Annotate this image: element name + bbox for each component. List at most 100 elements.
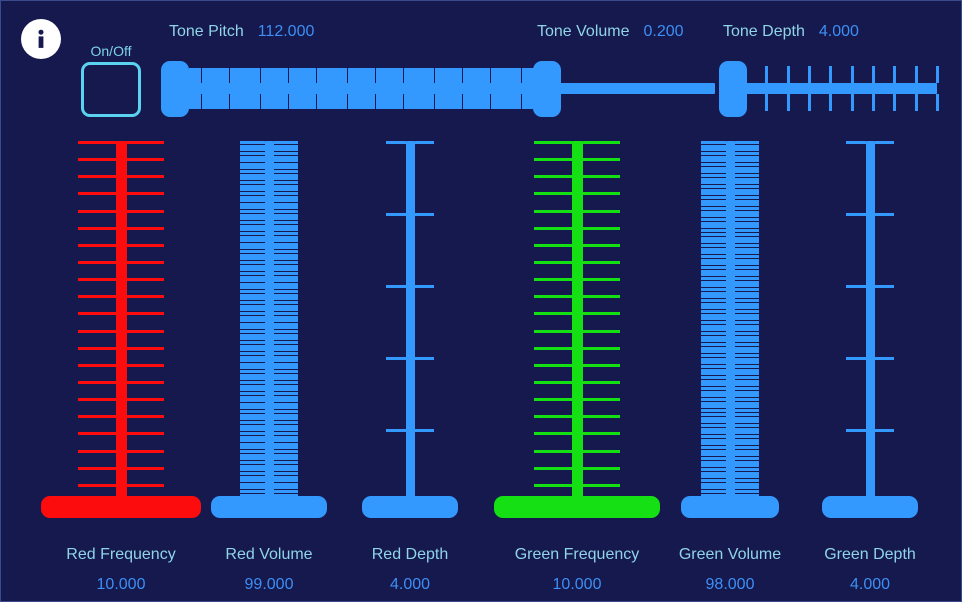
slider-green-volume-handle[interactable]	[681, 496, 779, 518]
slider-tone-pitch-handle[interactable]	[161, 61, 189, 117]
slider-red-depth-tick	[386, 141, 406, 144]
slider-red-volume-tick	[273, 257, 298, 260]
slider-green-volume-tick	[734, 141, 759, 144]
slider-green-volume-tick	[701, 310, 726, 313]
slider-green-depth-handle[interactable]	[822, 496, 918, 518]
slider-tone-depth-tick	[936, 66, 939, 83]
slider-green-volume-tick	[701, 306, 726, 309]
slider-red-frequency-tick	[78, 141, 116, 144]
slider-green-frequency-track[interactable]	[571, 141, 583, 507]
slider-green-depth-value: 4.000	[849, 576, 891, 593]
slider-red-frequency-tick	[126, 141, 164, 144]
slider-red-volume-tick	[273, 352, 298, 355]
slider-red-depth-handle[interactable]	[362, 496, 458, 518]
slider-red-volume-tick	[273, 330, 298, 333]
slider-red-volume-tick	[273, 326, 298, 329]
slider-green-frequency-tick	[534, 261, 572, 264]
slider-tone-depth-body[interactable]	[719, 61, 939, 117]
info-icon[interactable]	[21, 19, 61, 59]
slider-red-volume-tick	[273, 370, 298, 373]
slider-green-volume-tick	[734, 431, 759, 434]
slider-green-volume-tick	[734, 284, 759, 287]
slider-red-depth-track[interactable]	[405, 141, 415, 507]
slider-green-volume-tick	[734, 328, 759, 331]
slider-red-volume-tick	[240, 388, 265, 391]
slider-red-volume-tick	[273, 199, 298, 202]
slider-green-volume-tick	[701, 387, 726, 390]
slider-red-depth-tick	[386, 213, 406, 216]
slider-red-frequency-tick	[126, 295, 164, 298]
slider-green-volume-tick	[734, 413, 759, 416]
slider-green-volume-track[interactable]	[725, 141, 735, 507]
slider-tone-volume-handle[interactable]	[533, 61, 561, 117]
slider-green-frequency-handle[interactable]	[494, 496, 660, 518]
slider-red-volume-tick	[240, 341, 265, 344]
slider-tone-pitch-tick	[372, 94, 375, 109]
slider-green-volume-tick	[701, 240, 726, 243]
slider-green-volume-tick	[701, 233, 726, 236]
slider-red-volume-tick	[240, 308, 265, 311]
slider-green-volume-tick	[701, 277, 726, 280]
slider-green-volume-tick	[701, 299, 726, 302]
slider-red-volume-tick	[240, 290, 265, 293]
slider-green-volume-tick	[701, 479, 726, 482]
slider-tone-depth-handle[interactable]	[719, 61, 747, 117]
slider-green-volume-tick	[701, 192, 726, 195]
slider-red-depth[interactable]: Red Depth 4.000	[320, 141, 500, 593]
slider-red-volume-tick	[240, 417, 265, 420]
slider-green-volume-tick	[734, 174, 759, 177]
slider-red-volume-tick	[240, 301, 265, 304]
slider-green-volume-tick	[734, 266, 759, 269]
control-panel: On/Off Tone Pitch 112.000 Tone Volume 0.200…	[0, 0, 962, 602]
slider-red-frequency-handle[interactable]	[41, 496, 201, 518]
slider-red-volume-tick	[273, 177, 298, 180]
slider-green-frequency-tick	[582, 141, 620, 144]
slider-red-volume-tick	[240, 268, 265, 271]
slider-green-frequency-tick	[582, 364, 620, 367]
slider-tone-pitch-tick	[518, 94, 521, 109]
slider-red-volume-tick	[240, 410, 265, 413]
slider-tone-depth-tick	[787, 66, 790, 83]
slider-red-volume-tick	[273, 192, 298, 195]
slider-tone-depth-tick	[872, 66, 875, 83]
slider-green-frequency-tick	[534, 347, 572, 350]
slider-green-frequency-tick	[582, 432, 620, 435]
slider-tone-pitch-track[interactable]	[187, 83, 535, 94]
slider-red-frequency-track[interactable]	[115, 141, 127, 507]
slider-red-volume-handle[interactable]	[211, 496, 327, 518]
slider-tone-pitch-body[interactable]	[161, 61, 537, 117]
slider-red-frequency-tick	[126, 467, 164, 470]
slider-red-volume-track[interactable]	[264, 141, 274, 507]
slider-green-volume-tick	[734, 376, 759, 379]
slider-tone-pitch-tick	[313, 68, 316, 83]
onoff-checkbox[interactable]	[81, 62, 141, 117]
slider-green-volume-tick	[734, 457, 759, 460]
slider-green-frequency-tick	[582, 244, 620, 247]
slider-tone-volume-track[interactable]	[559, 83, 715, 94]
slider-red-volume-tick	[273, 486, 298, 489]
slider-tone-pitch-tick	[459, 94, 462, 109]
slider-green-frequency-tick	[534, 141, 572, 144]
slider-green-volume-tick	[701, 266, 726, 269]
slider-green-volume-tick	[734, 218, 759, 221]
slider-red-frequency-tick	[78, 295, 116, 298]
slider-red-volume-tick	[273, 246, 298, 249]
slider-tone-depth-tick	[808, 66, 811, 83]
slider-red-volume-tick	[240, 421, 265, 424]
slider-tone-volume-body[interactable]	[533, 61, 715, 117]
slider-green-frequency-tick	[582, 450, 620, 453]
onoff-control: On/Off	[79, 43, 143, 117]
slider-red-volume-tick	[240, 232, 265, 235]
slider-red-depth-body[interactable]	[320, 141, 500, 527]
slider-red-volume-tick	[273, 297, 298, 300]
slider-tone-pitch-tick	[344, 68, 347, 83]
slider-red-volume-tick	[240, 450, 265, 453]
slider-green-depth-track[interactable]	[865, 141, 875, 507]
slider-red-volume-tick	[240, 479, 265, 482]
slider-red-volume-tick	[240, 319, 265, 322]
slider-green-depth[interactable]: Green Depth 4.000	[780, 141, 960, 593]
slider-green-frequency-tick	[582, 484, 620, 487]
slider-green-depth-tick	[846, 357, 866, 360]
slider-green-depth-body[interactable]	[780, 141, 960, 527]
slider-tone-depth-track[interactable]	[745, 83, 937, 94]
